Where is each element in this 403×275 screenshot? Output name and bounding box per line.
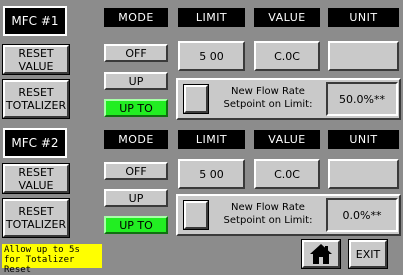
mfc2-mode-upto-button[interactable]: UP TO bbox=[104, 216, 168, 234]
mfc2-value-field[interactable]: C.0C bbox=[254, 159, 320, 189]
limit-header: LIMIT bbox=[178, 8, 245, 27]
mfc2-reset-totalizer-button[interactable]: RESET TOTALIZER bbox=[2, 198, 70, 238]
value-header-2: VALUE bbox=[254, 130, 320, 149]
home-icon bbox=[310, 244, 332, 264]
mfc1-flow-toggle-button[interactable] bbox=[183, 84, 209, 114]
mfc1-unit-field bbox=[328, 41, 399, 71]
mfc2-mode-up-button[interactable]: UP bbox=[104, 189, 168, 207]
exit-button[interactable]: EXIT bbox=[348, 239, 388, 269]
mfc1-title: MFC #1 bbox=[3, 6, 67, 36]
mode-header: MODE bbox=[104, 8, 168, 27]
mfc2-flow-text: New Flow Rate Setpoint on Limit: bbox=[223, 202, 313, 226]
mfc1-mode-up-button[interactable]: UP bbox=[104, 72, 168, 90]
mfc2-flow-panel: New Flow Rate Setpoint on Limit: 0.0%** bbox=[176, 194, 401, 236]
mfc2-title: MFC #2 bbox=[3, 128, 67, 158]
mfc1-reset-value-label: RESET VALUE bbox=[3, 45, 69, 74]
mfc2-reset-value-button[interactable]: RESET VALUE bbox=[2, 163, 70, 194]
mfc2-limit-field[interactable]: 5 00 bbox=[178, 159, 245, 189]
mfc2-title-text: MFC #2 bbox=[11, 136, 59, 150]
mfc2-reset-value-label: RESET VALUE bbox=[3, 164, 69, 193]
mfc1-reset-value-button[interactable]: RESET VALUE bbox=[2, 44, 70, 75]
home-button[interactable] bbox=[301, 239, 341, 269]
unit-header: UNIT bbox=[328, 8, 399, 27]
mfc1-value-field[interactable]: C.0C bbox=[254, 41, 320, 71]
mfc1-limit-field[interactable]: 5 00 bbox=[178, 41, 245, 71]
mfc2-mode-off-button[interactable]: OFF bbox=[104, 162, 168, 180]
mfc1-title-text: MFC #1 bbox=[11, 14, 59, 28]
totalizer-reset-note: Allow up to 5s for Totalizer Reset bbox=[2, 244, 102, 275]
mfc2-setpoint-field[interactable]: 0.0%** bbox=[326, 198, 398, 232]
mfc2-unit-field bbox=[328, 159, 399, 189]
mode-header-2: MODE bbox=[104, 130, 168, 149]
mfc2-reset-totalizer-label: RESET TOTALIZER bbox=[3, 199, 69, 237]
unit-header-2: UNIT bbox=[328, 130, 399, 149]
limit-header-2: LIMIT bbox=[178, 130, 245, 149]
value-header: VALUE bbox=[254, 8, 320, 27]
mfc1-flow-text: New Flow Rate Setpoint on Limit: bbox=[223, 86, 313, 110]
mfc1-reset-totalizer-label: RESET TOTALIZER bbox=[3, 80, 69, 118]
mfc1-reset-totalizer-button[interactable]: RESET TOTALIZER bbox=[2, 79, 70, 119]
mfc1-flow-panel: New Flow Rate Setpoint on Limit: 50.0%** bbox=[176, 78, 401, 120]
mfc2-flow-toggle-button[interactable] bbox=[183, 200, 209, 230]
mfc1-mode-off-button[interactable]: OFF bbox=[104, 44, 168, 62]
mfc1-setpoint-field[interactable]: 50.0%** bbox=[326, 82, 398, 116]
mfc1-mode-upto-button[interactable]: UP TO bbox=[104, 99, 168, 117]
